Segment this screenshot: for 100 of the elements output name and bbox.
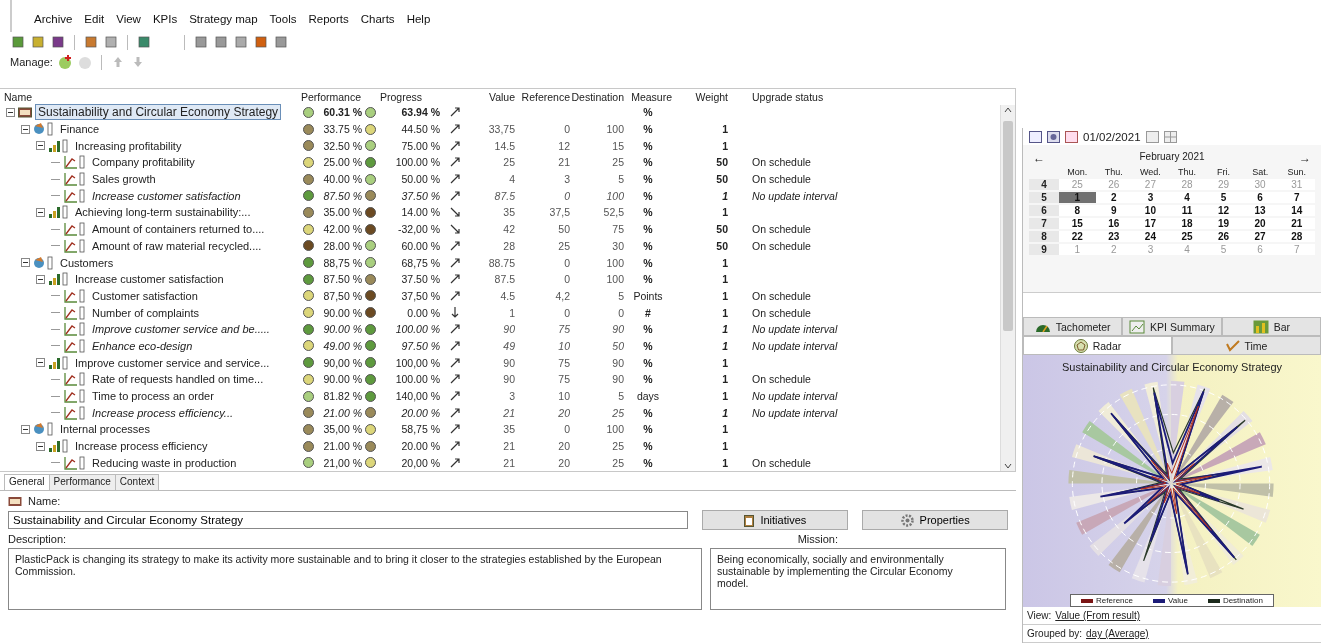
calendar-day[interactable]: 18 [1168, 218, 1206, 230]
toolbar-icon[interactable] [50, 34, 66, 50]
toolbar-icon[interactable] [193, 34, 209, 50]
tab[interactable]: Performance [48, 474, 116, 490]
calendar-day[interactable]: 27 [1241, 231, 1279, 243]
calendar-day[interactable]: 3 [1132, 192, 1169, 204]
next-month-button[interactable]: → [1299, 151, 1311, 166]
tree-item[interactable]: Sales growth [90, 173, 158, 186]
tree-item[interactable]: Improve customer service and be..... [90, 323, 272, 336]
chart-tab[interactable]: Bar [1221, 317, 1321, 336]
menu-item[interactable]: Charts [360, 13, 395, 32]
menu-item[interactable]: Help [406, 13, 431, 32]
calendar-day[interactable]: 17 [1132, 218, 1169, 230]
calendar-day[interactable]: 23 [1095, 231, 1133, 243]
tree-item[interactable]: Amount of raw material recycled.... [90, 239, 264, 252]
tab[interactable]: General [4, 474, 50, 490]
calendar-icon[interactable] [1047, 130, 1060, 143]
calendar-day[interactable]: 25 [1168, 231, 1206, 243]
menu-item[interactable]: Edit [84, 13, 105, 32]
tree-item[interactable]: Reducing waste in production [90, 456, 239, 469]
scroll-up-icon[interactable] [1004, 107, 1012, 113]
calendar-day[interactable]: 8 [1059, 205, 1096, 217]
collapse-toggle[interactable] [21, 424, 30, 434]
collapse-toggle[interactable] [36, 441, 45, 451]
calendar-day[interactable]: 26 [1205, 231, 1242, 243]
calendar-icon[interactable] [1145, 130, 1159, 143]
calendar-day[interactable]: 11 [1168, 205, 1206, 217]
previous-month-button[interactable]: ← [1033, 151, 1045, 166]
view-link[interactable]: Value (From result) [1055, 610, 1141, 621]
calendar-day[interactable]: 12 [1205, 205, 1242, 217]
tree-item[interactable]: Number of complaints [90, 306, 201, 319]
tree-item[interactable]: Customer satisfaction [90, 289, 200, 302]
tree-item[interactable]: Internal processes [58, 423, 152, 436]
calendar-day[interactable]: 7 [1278, 192, 1315, 204]
description-field[interactable]: PlasticPack is changing its strategy to make its activity more sustainable and to bring it closer to the strategies established by the European Commission. [8, 548, 702, 610]
toolbar-button[interactable]: Initiatives [702, 510, 849, 530]
tree-item[interactable]: Improve customer service and service... [73, 356, 272, 369]
calendar-day[interactable]: 24 [1132, 231, 1169, 243]
chart-tab[interactable]: Tachometer [1023, 317, 1123, 336]
chart-tab[interactable]: KPI Summary [1122, 317, 1222, 336]
tree-item[interactable]: Increase process efficiency... [90, 406, 236, 419]
calendar-day[interactable]: 5 [1205, 192, 1242, 204]
calendar-day[interactable]: 9 [1095, 205, 1133, 217]
calendar-day[interactable]: 20 [1241, 218, 1279, 230]
toolbar-icon[interactable] [103, 34, 119, 50]
toolbar-icon[interactable] [136, 34, 152, 50]
tree-item[interactable]: Finance [58, 123, 102, 136]
toolbar-button[interactable]: Properties [862, 510, 1008, 530]
collapse-toggle[interactable] [21, 258, 30, 268]
calendar-day[interactable]: 19 [1205, 218, 1242, 230]
calendar-day[interactable]: 10 [1132, 205, 1169, 217]
tree-item[interactable]: Increase customer satisfaction [90, 189, 243, 202]
mission-field[interactable]: Being economically, socially and environmentally sustainable by implementing the Circular Economy model. [710, 548, 1006, 610]
scroll-down-icon[interactable] [1004, 463, 1012, 469]
tree-item[interactable]: Rate of requests handled on time... [90, 373, 266, 386]
collapse-toggle[interactable] [36, 274, 45, 284]
tree-item[interactable]: Increase process efficiency [73, 440, 210, 453]
tree-item[interactable]: Customers [58, 256, 116, 269]
menu-item[interactable]: Strategy map [189, 13, 258, 32]
tree-item[interactable]: Achieving long-term sustainability:... [73, 206, 253, 219]
calendar-day[interactable]: 6 [1241, 192, 1279, 204]
tree-item[interactable]: Enhance eco-design [90, 339, 195, 352]
menu-item[interactable]: KPIs [152, 13, 178, 32]
toolbar-icon[interactable] [273, 34, 289, 50]
tree-item[interactable]: Sustainability and Circular Economy Strategy [35, 104, 282, 121]
calendar-icon[interactable] [1029, 130, 1042, 143]
toolbar-icon[interactable] [30, 34, 46, 50]
calendar-day[interactable]: 14 [1278, 205, 1315, 217]
calendar-day[interactable]: 21 [1278, 218, 1315, 230]
calendar-day[interactable]: 16 [1095, 218, 1133, 230]
tab[interactable]: Context [114, 474, 160, 490]
tree-item[interactable]: Amount of containers returned to.... [90, 223, 267, 236]
tree-item[interactable]: Increase customer satisfaction [73, 273, 226, 286]
grid-icon[interactable] [1163, 130, 1177, 143]
toolbar-icon[interactable] [233, 34, 249, 50]
collapse-toggle[interactable] [36, 141, 45, 151]
toolbar-icon[interactable] [213, 34, 229, 50]
menu-item[interactable]: View [116, 13, 141, 32]
toolbar-icon[interactable] [253, 34, 269, 50]
calendar-day[interactable]: 22 [1059, 231, 1096, 243]
name-field[interactable]: Sustainability and Circular Economy Strategy [8, 511, 689, 529]
toolbar-icon[interactable] [10, 34, 26, 50]
scrollbar[interactable] [1000, 105, 1015, 471]
add-icon[interactable] [56, 54, 73, 70]
grouped-link[interactable]: day (Average) [1086, 628, 1149, 639]
toolbar-icon[interactable] [83, 34, 99, 50]
collapse-toggle[interactable] [36, 358, 45, 368]
chart-tab[interactable]: Time [1172, 336, 1321, 355]
menu-item[interactable]: Reports [308, 13, 349, 32]
calendar-day[interactable]: 4 [1168, 192, 1206, 204]
collapse-toggle[interactable] [36, 207, 45, 217]
tree-item[interactable]: Time to process an order [90, 390, 216, 403]
menu-item[interactable]: Archive [34, 13, 73, 32]
tree-item[interactable]: Company profitability [90, 156, 197, 169]
calendar-day[interactable]: 2 [1095, 192, 1133, 204]
calendar-day[interactable]: 1 [1059, 192, 1096, 204]
chart-tab[interactable]: Radar [1023, 336, 1172, 355]
collapse-toggle[interactable] [6, 107, 15, 117]
collapse-toggle[interactable] [21, 124, 30, 134]
calendar-day[interactable]: 13 [1241, 205, 1279, 217]
